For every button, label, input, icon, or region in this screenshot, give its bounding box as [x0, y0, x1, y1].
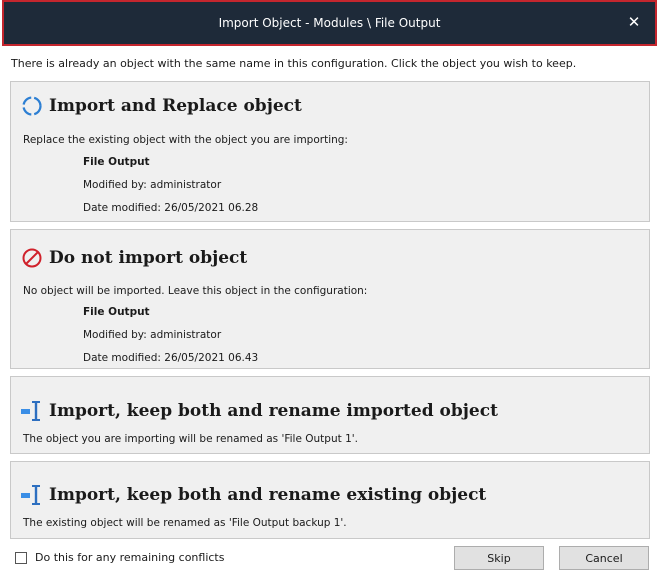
rename-icon	[21, 484, 43, 506]
option-heading-text: Import, keep both and rename existing ob…	[49, 485, 487, 505]
intro-text: There is already an object with the same…	[11, 57, 577, 70]
cancel-button[interactable]: Cancel	[559, 546, 649, 570]
checkbox-label: Do this for any remaining conflicts	[35, 551, 225, 564]
option-heading: Import, keep both and rename imported ob…	[21, 400, 498, 422]
rename-imported-option[interactable]: Import, keep both and rename imported ob…	[10, 376, 650, 454]
rename-icon	[21, 400, 43, 422]
window-title: Import Object - Modules \ File Output	[218, 16, 441, 30]
option-description: Replace the existing object with the obj…	[23, 134, 348, 146]
skip-button[interactable]: Skip	[454, 546, 544, 570]
remaining-conflicts-checkbox[interactable]	[15, 551, 27, 564]
rename-existing-option[interactable]: Import, keep both and rename existing ob…	[10, 461, 650, 539]
option-heading: Do not import object	[21, 247, 247, 269]
object-name: File Output	[83, 306, 150, 318]
option-heading-text: Do not import object	[49, 248, 248, 268]
do-not-import-icon	[21, 247, 43, 269]
option-heading: Import and Replace object	[21, 95, 302, 117]
date-modified: Date modified: 26/05/2021 06.28	[83, 202, 259, 214]
option-description: The object you are importing will be ren…	[23, 433, 358, 445]
remaining-conflicts-checkbox-row[interactable]: Do this for any remaining conflicts	[15, 551, 224, 564]
do-not-import-option[interactable]: Do not import object No object will be i…	[10, 229, 650, 369]
option-heading-text: Import, keep both and rename imported ob…	[49, 401, 498, 421]
option-description: No object will be imported. Leave this o…	[23, 285, 368, 297]
close-icon[interactable]: ✕	[625, 13, 643, 31]
date-modified: Date modified: 26/05/2021 06.43	[83, 352, 259, 364]
option-heading-text: Import and Replace object	[49, 96, 302, 116]
import-and-replace-option[interactable]: Import and Replace object Replace the ex…	[10, 81, 650, 222]
modified-by: Modified by: administrator	[83, 329, 222, 341]
replace-icon	[21, 95, 43, 117]
option-heading: Import, keep both and rename existing ob…	[21, 484, 486, 506]
object-name: File Output	[83, 156, 150, 168]
option-description: The existing object will be renamed as '…	[23, 517, 347, 529]
modified-by: Modified by: administrator	[83, 179, 222, 191]
title-bar[interactable]: Import Object - Modules \ File Output ✕	[2, 0, 657, 46]
import-object-dialog: Import Object - Modules \ File Output ✕ …	[0, 0, 660, 573]
